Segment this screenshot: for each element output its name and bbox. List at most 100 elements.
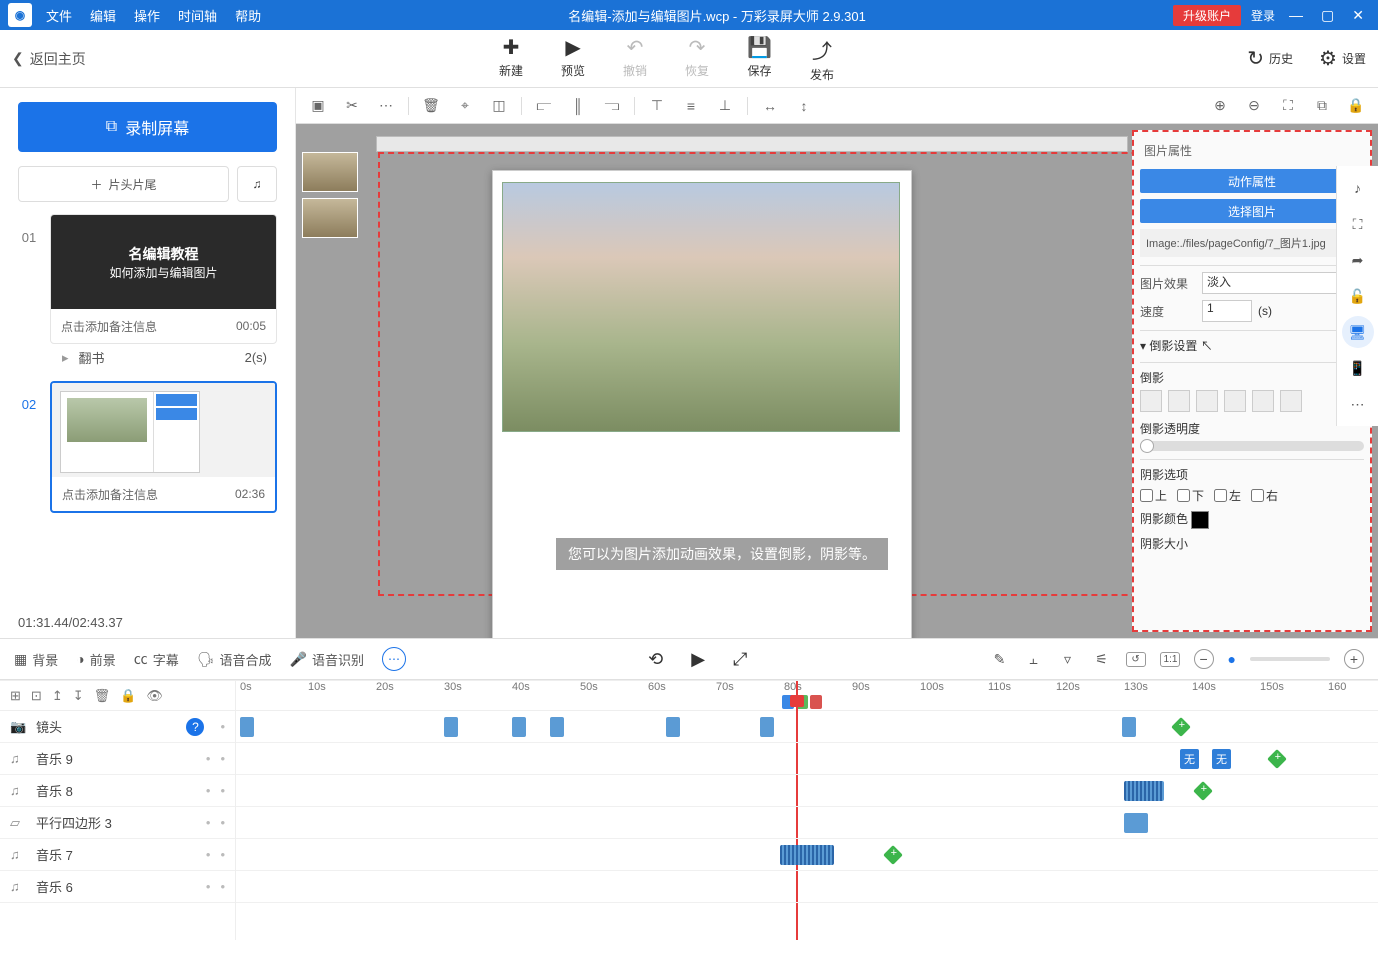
reflection-section-toggle[interactable]: ▾ 倒影设置 ↖ [1140,337,1364,354]
lane-music-7[interactable] [236,839,1378,871]
publish-button[interactable]: ⤴发布 [810,35,834,83]
reflection-option[interactable] [1168,390,1190,412]
back-button[interactable]: ❮ 返回主页 [12,49,86,69]
track-music-9[interactable]: ♫ 音乐 9 •• [0,743,235,775]
shadow-right-checkbox[interactable]: 右 [1251,487,1278,504]
tl-folder-icon[interactable]: ⊡ [31,688,42,704]
history-button[interactable]: ↻历史 [1247,46,1293,71]
track-music-8[interactable]: ♫ 音乐 8 •• [0,775,235,807]
zoom-in-timeline-icon[interactable]: + [1344,649,1364,669]
reflection-option[interactable] [1224,390,1246,412]
dist-v-icon[interactable]: ↕ [792,94,816,118]
tl-lock-icon[interactable]: 🔒 [120,688,136,704]
zoom-out-timeline-icon[interactable]: − [1194,649,1214,669]
keyframe-diamond[interactable] [883,845,903,865]
align-left-icon[interactable]: ⫍ [532,94,556,118]
reflection-option[interactable] [1140,390,1162,412]
music-button[interactable]: ♫ [237,166,277,202]
camera-clip[interactable] [512,717,526,737]
copy-icon[interactable]: ⧉ [1310,94,1334,118]
more-icon[interactable]: ⋯ [374,94,398,118]
unlock-tool[interactable]: 🔓 [1342,280,1374,312]
ratio-11-icon[interactable]: 1:1 [1160,652,1180,667]
tab-subtitle[interactable]: ㏄字幕 [134,649,179,669]
camera-clip[interactable] [240,717,254,737]
reset-icon[interactable]: ↺ [1126,652,1146,667]
clip-badge-none[interactable]: 无 [1212,749,1231,769]
tl-eye-icon[interactable]: 👁 [146,688,163,704]
clip-badge-none[interactable]: 无 [1180,749,1199,769]
camera-clip[interactable] [444,717,458,737]
lock-icon[interactable]: 🔒 [1344,94,1368,118]
more-round-button[interactable]: ⋯ [382,647,406,671]
track-shape-3[interactable]: ▱ 平行四边形 3 •• [0,807,235,839]
expand-button[interactable]: ⤢ [733,649,747,670]
page-thumb[interactable] [302,198,358,238]
layer-icon[interactable]: ▣ [306,94,330,118]
minimize-button[interactable]: — [1285,7,1307,23]
playhead-handle[interactable] [790,695,804,707]
canvas-stage[interactable]: 您可以为图片添加动画效果，设置倒影，阴影等。 图片属性 动作属性 选择图片 Im… [296,124,1378,638]
arrow-tool[interactable]: ➦ [1342,244,1374,276]
scene-note[interactable]: 点击添加备注信息 [61,318,157,335]
zoom-in-icon[interactable]: ⊕ [1208,94,1232,118]
funnel-icon[interactable]: ▿ [1058,651,1078,668]
camera-clip[interactable] [1122,717,1136,737]
menu-edit[interactable]: 编辑 [90,6,116,25]
keyframe-diamond[interactable] [1267,749,1287,769]
align-top-icon[interactable]: ⊤ [645,94,669,118]
preview-button[interactable]: ▶预览 [561,35,585,83]
lane-music-8[interactable] [236,775,1378,807]
save-button[interactable]: 💾保存 [747,35,772,83]
tab-asr[interactable]: 🎤语音识别 [290,650,364,669]
tl-up-icon[interactable]: ↥ [52,688,63,704]
help-icon[interactable]: ? [186,718,204,736]
track-music-6[interactable]: ♫ 音乐 6 •• [0,871,235,903]
zoom-slider[interactable] [1250,657,1330,661]
page-thumb[interactable] [302,152,358,192]
camera-clip[interactable] [550,717,564,737]
tl-delete-icon[interactable]: 🗑 [94,688,111,704]
scene-item-1[interactable]: 01 名编辑教程 如何添加与编辑图片 点击添加备注信息 00:05 [18,214,277,344]
marker-red[interactable] [810,695,822,709]
fit-icon[interactable]: ⛶ [1276,94,1300,118]
fullscreen-tool[interactable]: ⛶ [1342,208,1374,240]
lane-music-9[interactable]: 无 无 [236,743,1378,775]
menu-file[interactable]: 文件 [46,6,72,25]
reflection-option[interactable] [1196,390,1218,412]
align-bottom-icon[interactable]: ⊥ [713,94,737,118]
upgrade-button[interactable]: 升级账户 [1173,5,1241,26]
lane-music-6[interactable] [236,871,1378,903]
audio-clip[interactable] [780,845,834,865]
delete-icon[interactable]: 🗑 [419,94,443,118]
more-tool[interactable]: ⋯ [1342,388,1374,420]
play-transition-icon[interactable]: ▸ [62,350,69,366]
shadow-down-checkbox[interactable]: 下 [1177,487,1204,504]
shape-clip[interactable] [1124,813,1148,833]
play-button[interactable]: ▶ [691,649,705,670]
reflection-option[interactable] [1280,390,1302,412]
tab-tts[interactable]: 🗣语音合成 [197,650,272,669]
lane-camera[interactable] [236,711,1378,743]
camera-clip[interactable] [760,717,774,737]
zoom-out-icon[interactable]: ⊖ [1242,94,1266,118]
track-dot[interactable]: • [220,719,225,734]
speed-input[interactable]: 1 [1202,300,1252,322]
align-middle-icon[interactable]: ≡ [679,94,703,118]
shadow-color-swatch[interactable] [1191,511,1209,529]
select-image-button[interactable]: 选择图片 [1140,199,1364,223]
lane-shape-3[interactable] [236,807,1378,839]
selected-image[interactable] [502,182,900,432]
tab-background[interactable]: ▦背景 [14,650,58,669]
filter-icon[interactable]: ⫠ [1024,651,1044,668]
maximize-button[interactable]: ▢ [1317,7,1338,24]
desktop-tool[interactable]: 🖥 [1342,316,1374,348]
record-screen-button[interactable]: ⧉ 录制屏幕 [18,102,277,152]
track-music-7[interactable]: ♫ 音乐 7 •• [0,839,235,871]
keyframe-diamond[interactable] [1193,781,1213,801]
timeline-lanes[interactable]: 0s10s20s30s40s50s60s70s80s90s100s110s120… [236,681,1378,940]
animation-props-button[interactable]: 动作属性 [1140,169,1364,193]
tab-foreground[interactable]: ◑前景 [76,650,115,669]
audio-clip[interactable] [1124,781,1164,801]
dist-h-icon[interactable]: ↔ [758,94,782,118]
